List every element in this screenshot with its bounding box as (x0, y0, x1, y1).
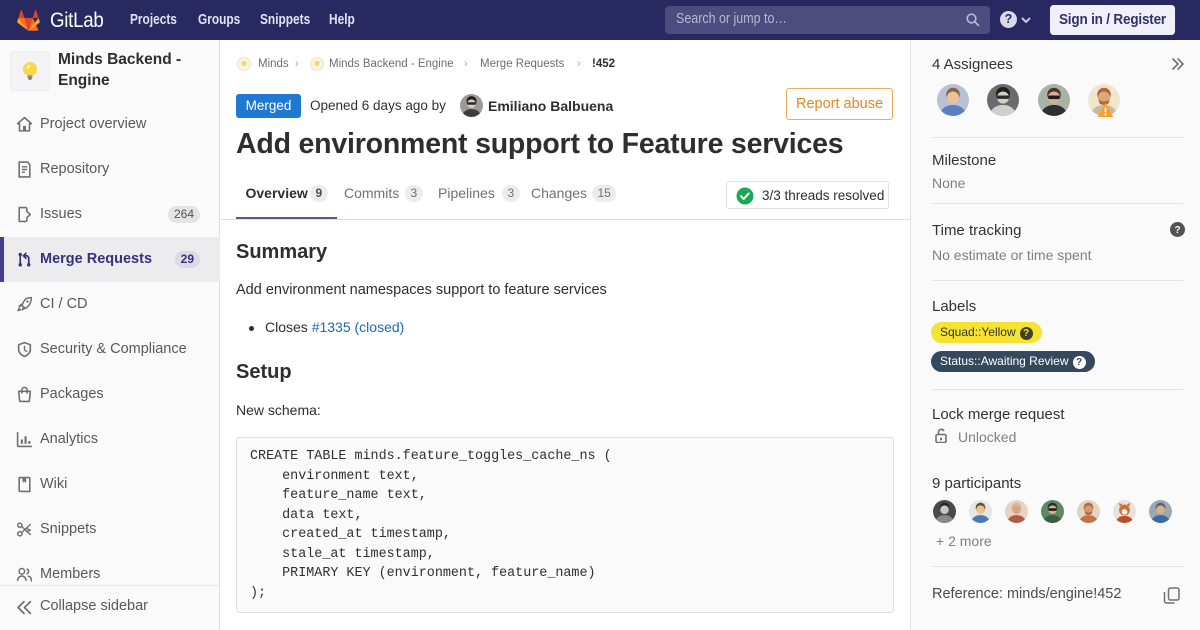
svg-text:?: ? (1174, 225, 1180, 236)
